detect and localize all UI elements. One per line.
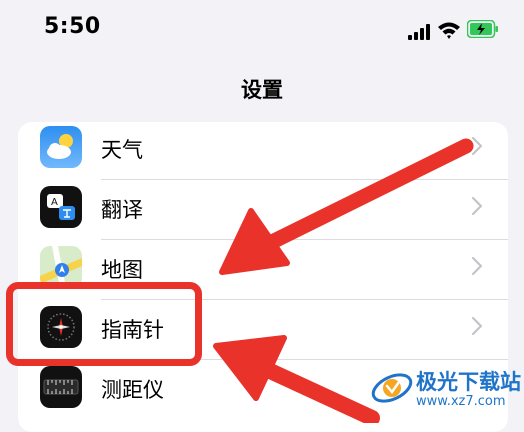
settings-item-weather[interactable]: 天气 [18, 122, 508, 180]
chevron-right-icon [471, 316, 483, 336]
chevron-right-icon [471, 196, 483, 216]
settings-item-label: 翻译 [101, 198, 143, 222]
translate-icon: A [40, 186, 82, 228]
battery-charging-icon [467, 20, 498, 38]
settings-item-label: 地图 [101, 258, 143, 282]
page-title: 设置 [241, 78, 283, 102]
settings-item-translate[interactable]: A 翻译 [18, 180, 508, 240]
measure-icon [40, 366, 82, 408]
cellular-signal-icon [408, 24, 432, 40]
site-logo-icon [371, 373, 413, 403]
svg-text:A: A [51, 197, 58, 208]
wifi-icon [438, 22, 460, 39]
watermark-url: www.xz7.com [416, 394, 506, 409]
status-time: 5:50 [44, 14, 101, 39]
settings-item-label: 天气 [101, 138, 143, 162]
settings-item-label: 测距仪 [101, 378, 164, 402]
watermark: 极光下载站 www.xz7.com [368, 362, 524, 423]
chevron-right-icon [471, 136, 483, 156]
highlight-box-compass [6, 282, 202, 366]
status-bar: 5:50 [0, 0, 524, 70]
watermark-name: 极光下载站 [416, 370, 521, 394]
chevron-right-icon [471, 256, 483, 276]
weather-icon [40, 126, 82, 168]
